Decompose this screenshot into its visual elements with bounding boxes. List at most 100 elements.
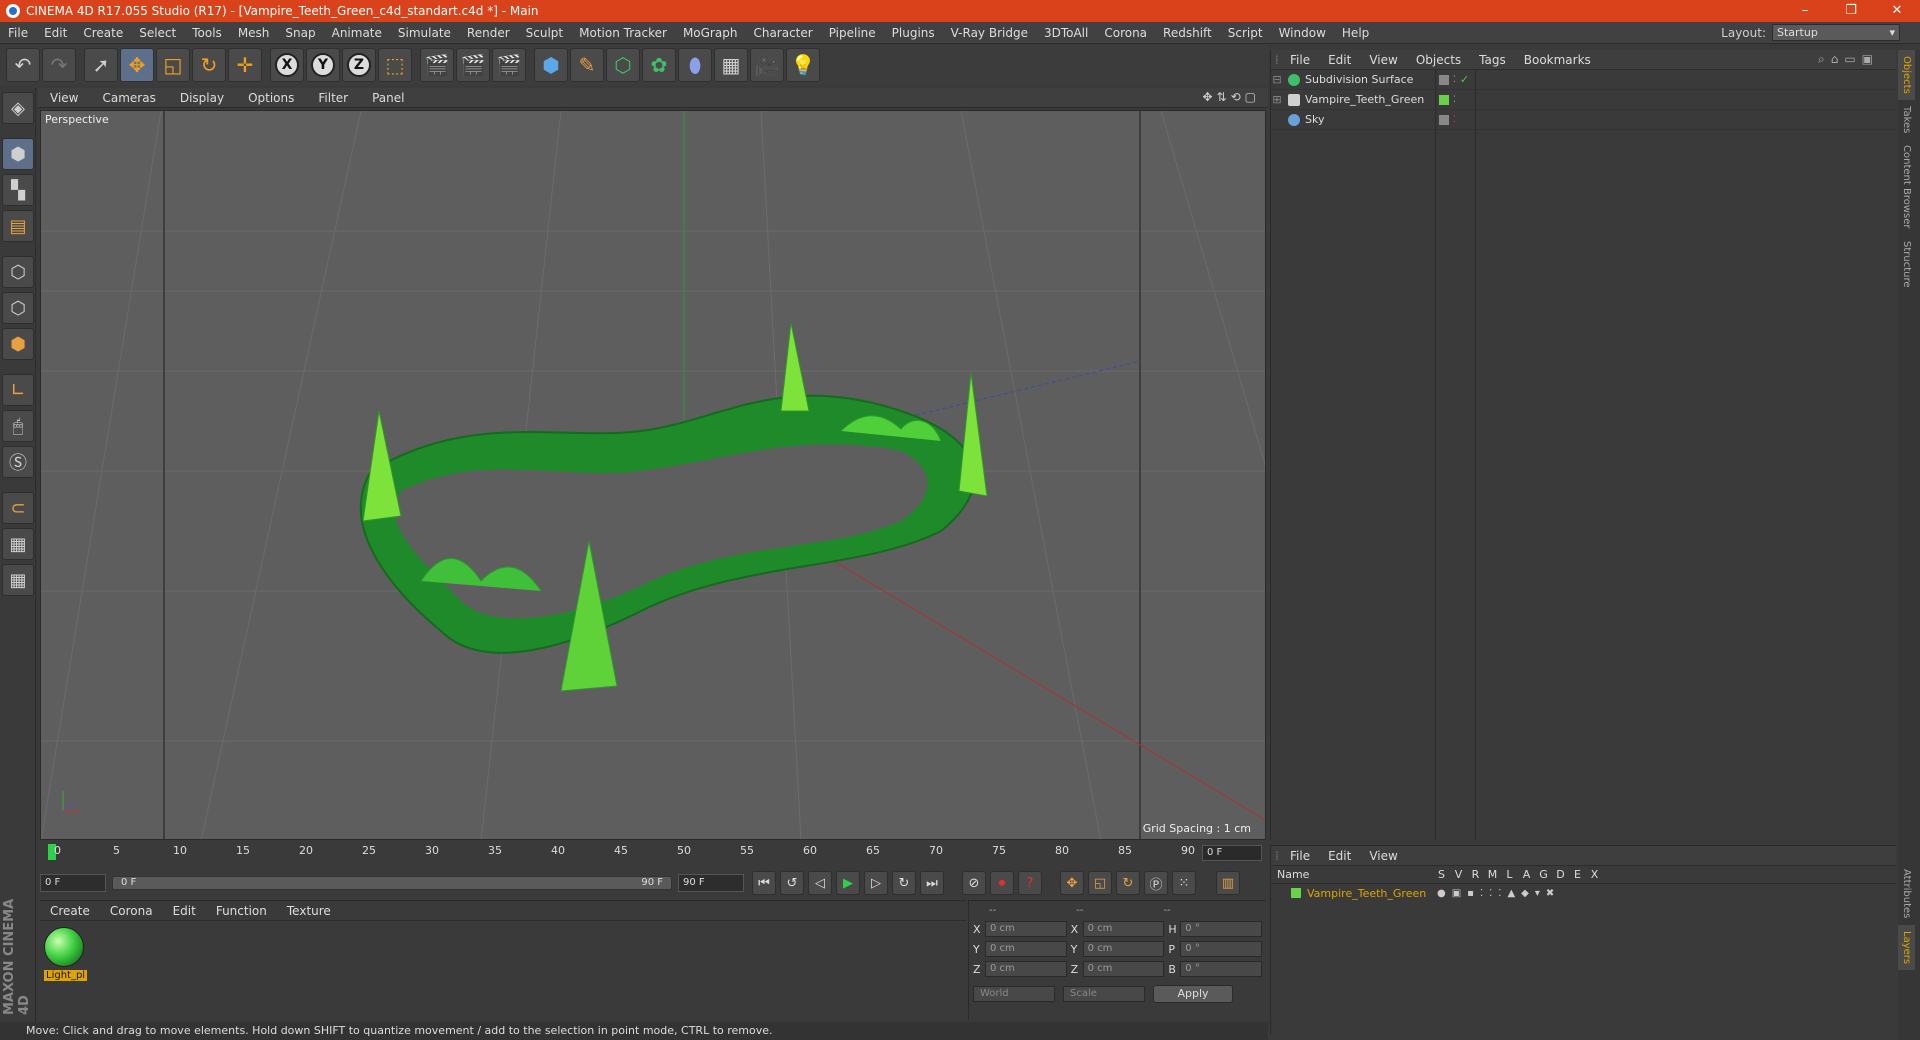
transform-tool-button[interactable]: ✛ [228, 48, 262, 82]
rotation-b-field[interactable]: 0 ° [1180, 961, 1263, 977]
record-keys-button[interactable]: ⏺ [990, 871, 1014, 895]
redo-button[interactable]: ↷ [42, 48, 76, 82]
layer-flag-icons[interactable]: ●▣▪⁚⁚⁚▲◆▾✖ [1437, 888, 1560, 899]
object-menu-objects[interactable]: Objects [1407, 53, 1470, 67]
menu-corona[interactable]: Corona [1096, 22, 1155, 44]
menu-select[interactable]: Select [131, 22, 184, 44]
object-menu-file[interactable]: File [1281, 53, 1319, 67]
z-axis-lock-button[interactable]: Z [342, 48, 376, 82]
current-frame-field[interactable]: 0 F [1202, 845, 1262, 861]
menu-create[interactable]: Create [75, 22, 131, 44]
render-settings-button[interactable]: 🎬 [492, 48, 526, 82]
panel-grip-icon[interactable]: ⁞ [1271, 849, 1281, 863]
layer-menu-edit[interactable]: Edit [1319, 849, 1360, 863]
3d-viewport[interactable]: Perspective Grid Spacing : 1 cm [40, 110, 1266, 840]
key-parameter-button[interactable]: Ⓟ [1144, 871, 1168, 895]
rotation-h-field[interactable]: 0 ° [1180, 921, 1263, 937]
add-cube-button[interactable]: ⬢ [534, 48, 568, 82]
add-spline-button[interactable]: ✎ [570, 48, 604, 82]
object-menu-view[interactable]: View [1360, 53, 1406, 67]
layer-color-swatch[interactable] [1291, 888, 1301, 898]
add-light-button[interactable]: 💡 [786, 48, 820, 82]
timeline-ruler[interactable]: 0 5 10 15 20 25 30 35 40 45 50 55 60 65 … [40, 842, 1266, 864]
autokeying-button[interactable]: ? [1018, 871, 1042, 895]
live-selection-button[interactable]: ➚ [84, 48, 118, 82]
menu-sculpt[interactable]: Sculpt [518, 22, 571, 44]
apply-button[interactable]: Apply [1153, 985, 1233, 1003]
layer-swatch-icon[interactable] [1439, 114, 1449, 125]
menu-motion-tracker[interactable]: Motion Tracker [571, 22, 675, 44]
menu-animate[interactable]: Animate [324, 22, 390, 44]
tab-objects[interactable]: Objects [1898, 50, 1915, 100]
add-camera-button[interactable]: 🎥 [750, 48, 784, 82]
layer-swatch-icon[interactable] [1439, 94, 1449, 105]
play-button[interactable]: ▶ [836, 871, 860, 895]
snap-button[interactable]: ⊂ [2, 492, 34, 524]
minimize-button[interactable]: – [1782, 0, 1828, 22]
layer-menu-view[interactable]: View [1360, 849, 1406, 863]
render-picture-viewer-button[interactable]: 🎬 [456, 48, 490, 82]
menu-vray-bridge[interactable]: V-Ray Bridge [943, 22, 1036, 44]
planar-workplane-button[interactable]: ▦ [2, 564, 34, 596]
object-row-vampire-teeth[interactable]: ⊞ Vampire_Teeth_Green ⁚ [1271, 90, 1896, 110]
position-z-field[interactable]: 0 cm [984, 961, 1067, 977]
coordinate-system-button[interactable]: ⬚ [378, 48, 412, 82]
previous-frame-button[interactable]: ◁ [808, 871, 832, 895]
polygons-mode-button[interactable]: ⬢ [2, 328, 34, 360]
transform-mode-select[interactable]: Scale [1063, 986, 1145, 1002]
tab-takes[interactable]: Takes [1898, 100, 1915, 139]
enabled-check-icon[interactable]: ✓ [1460, 73, 1469, 86]
viewport-menu-panel[interactable]: Panel [360, 91, 416, 105]
position-x-field[interactable]: 0 cm [984, 921, 1067, 937]
preview-range-slider[interactable]: 0 F 90 F [112, 876, 672, 890]
menu-file[interactable]: File [0, 22, 36, 44]
workplane-mode-button[interactable]: ▤ [2, 210, 34, 242]
visibility-dots-icon[interactable]: ⁚ [1453, 75, 1456, 85]
key-rotation-button[interactable]: ↻ [1116, 871, 1140, 895]
menu-plugins[interactable]: Plugins [884, 22, 943, 44]
size-x-field[interactable]: 0 cm [1082, 921, 1165, 937]
tree-expand-icon[interactable]: ⊞ [1271, 93, 1283, 106]
axis-mode-button[interactable]: ∟ [2, 374, 34, 406]
points-mode-button[interactable]: ⬡ [2, 256, 34, 288]
next-key-button[interactable]: ↻ [892, 871, 916, 895]
restore-button[interactable]: ❐ [1828, 0, 1874, 22]
viewport-menu-options[interactable]: Options [236, 91, 306, 105]
menu-simulate[interactable]: Simulate [390, 22, 459, 44]
tab-content-browser[interactable]: Content Browser [1898, 139, 1915, 234]
make-editable-button[interactable]: ◈ [2, 92, 34, 124]
menu-help[interactable]: Help [1334, 22, 1377, 44]
rotation-p-field[interactable]: 0 ° [1180, 941, 1263, 957]
object-menu-tags[interactable]: Tags [1470, 53, 1515, 67]
viewport-menu-view[interactable]: View [38, 91, 90, 105]
menu-snap[interactable]: Snap [277, 22, 323, 44]
menu-pipeline[interactable]: Pipeline [821, 22, 884, 44]
close-button[interactable]: ✕ [1874, 0, 1920, 22]
solo-button[interactable]: Ⓢ [2, 446, 34, 478]
size-y-field[interactable]: 0 cm [1082, 941, 1165, 957]
menu-mesh[interactable]: Mesh [230, 22, 278, 44]
material-menu-edit[interactable]: Edit [163, 904, 206, 918]
timeline-window-button[interactable]: ▥ [1216, 871, 1240, 895]
key-pla-button[interactable]: ⁙ [1172, 871, 1196, 895]
layer-row[interactable]: Vampire_Teeth_Green ●▣▪⁚⁚⁚▲◆▾✖ [1271, 884, 1896, 902]
menu-3dtoall[interactable]: 3DToAll [1036, 22, 1096, 44]
key-scale-button[interactable]: ◱ [1088, 871, 1112, 895]
panel-grip-icon[interactable]: ⁞ [1271, 53, 1281, 67]
visibility-dots-icon[interactable]: ⁚ [1453, 115, 1456, 125]
render-view-button[interactable]: 🎬 [420, 48, 454, 82]
add-subdivision-button[interactable]: ⬡ [606, 48, 640, 82]
previous-key-button[interactable]: ↺ [780, 871, 804, 895]
material-menu-function[interactable]: Function [206, 904, 277, 918]
menu-tools[interactable]: Tools [184, 22, 230, 44]
motion-record-button[interactable]: ⊘ [962, 871, 986, 895]
key-position-button[interactable]: ✥ [1060, 871, 1084, 895]
viewport-menu-cameras[interactable]: Cameras [90, 91, 167, 105]
menu-character[interactable]: Character [745, 22, 820, 44]
viewport-nav-icons[interactable]: ✥⇅⟲▢ [1202, 90, 1260, 104]
go-to-start-button[interactable]: ⏮ [752, 871, 776, 895]
menu-render[interactable]: Render [459, 22, 518, 44]
undo-button[interactable]: ↶ [6, 48, 40, 82]
y-axis-lock-button[interactable]: Y [306, 48, 340, 82]
size-z-field[interactable]: 0 cm [1082, 961, 1165, 977]
